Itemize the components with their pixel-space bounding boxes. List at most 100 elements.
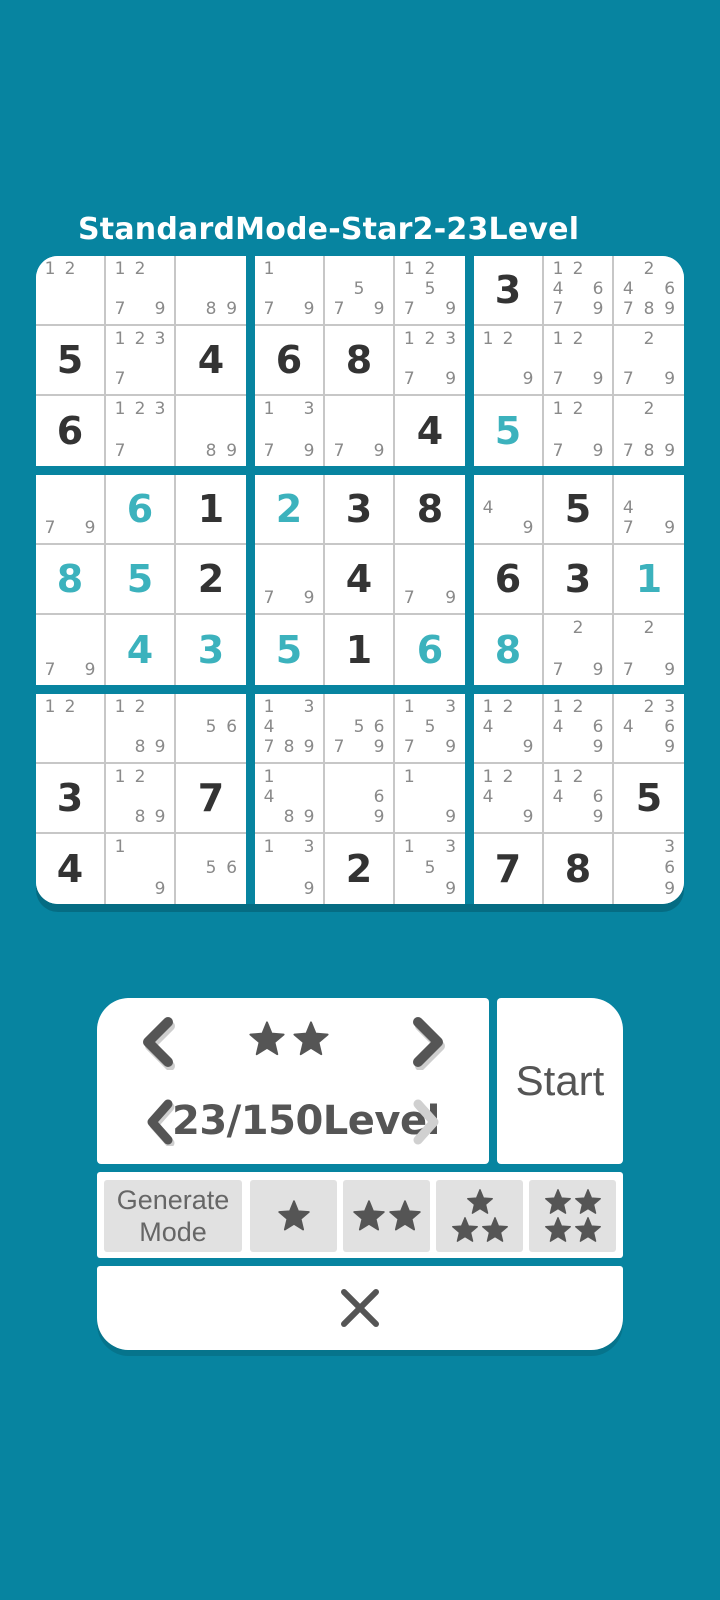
sudoku-cell[interactable]: 57 9 <box>325 256 395 326</box>
sudoku-cell[interactable]: 3 <box>474 256 544 326</box>
sudoku-cell[interactable]: 2 789 <box>614 396 684 466</box>
sudoku-cell[interactable]: 124 6 7 9 <box>544 256 614 326</box>
sudoku-cell[interactable]: 49 <box>474 475 544 545</box>
prev-level-button[interactable] <box>142 1098 176 1146</box>
sudoku-cell[interactable]: 123 7 <box>106 396 176 466</box>
sudoku-cell[interactable]: 79 <box>36 475 106 545</box>
cell-value-given: 4 <box>56 847 84 891</box>
sudoku-cell[interactable]: 124 9 <box>474 764 544 834</box>
sudoku-cell[interactable]: 56 <box>176 834 246 904</box>
sudoku-cell[interactable]: 79 <box>325 396 395 466</box>
sudoku-cell[interactable]: 6 <box>106 475 176 545</box>
sudoku-cell[interactable]: 7 <box>176 764 246 834</box>
sudoku-cell[interactable]: 5 <box>106 545 176 615</box>
sudoku-cell[interactable]: 69 <box>325 764 395 834</box>
mode-star-4-button[interactable] <box>529 1180 616 1252</box>
pencil-mark <box>518 478 538 498</box>
sudoku-cell[interactable]: 2 <box>255 475 325 545</box>
sudoku-cell[interactable]: 89 <box>176 396 246 466</box>
sudoku-cell[interactable]: 1 359 <box>395 834 465 904</box>
sudoku-cell[interactable]: 8 <box>325 326 395 396</box>
sudoku-cell[interactable]: 12 <box>36 256 106 326</box>
next-level-button[interactable] <box>410 1098 444 1146</box>
sudoku-cell[interactable]: 5 <box>36 326 106 396</box>
sudoku-cell[interactable]: 1 3 9 <box>255 834 325 904</box>
sudoku-cell[interactable]: 1 3 4789 <box>255 694 325 764</box>
pencil-mark <box>420 589 441 609</box>
sudoku-cell[interactable]: 79 <box>395 545 465 615</box>
sudoku-cell[interactable]: 12 89 <box>106 694 176 764</box>
sudoku-cell[interactable]: 3 <box>544 545 614 615</box>
sudoku-cell[interactable]: 1 <box>325 615 395 685</box>
sudoku-cell[interactable]: 19 <box>106 834 176 904</box>
sudoku-cell[interactable]: 1 7 9 <box>255 256 325 326</box>
sudoku-cell[interactable]: 1257 9 <box>395 256 465 326</box>
sudoku-cell[interactable]: 279 <box>614 326 684 396</box>
sudoku-cell[interactable]: 23 4 69 <box>614 694 684 764</box>
sudoku-cell[interactable]: 5 <box>614 764 684 834</box>
sudoku-cell[interactable]: 79 <box>255 545 325 615</box>
sudoku-cell[interactable]: 24 6 789 <box>614 256 684 326</box>
sudoku-cell[interactable]: 8 <box>474 615 544 685</box>
sudoku-cell[interactable]: 12 <box>36 694 106 764</box>
sudoku-cell[interactable]: 89 <box>176 256 246 326</box>
sudoku-cell[interactable]: 6 <box>395 615 465 685</box>
sudoku-cell[interactable]: 8 <box>544 834 614 904</box>
sudoku-cell[interactable]: 4 <box>325 545 395 615</box>
sudoku-cell[interactable]: 124 69 <box>544 694 614 764</box>
sudoku-cell[interactable]: 56 7 9 <box>325 694 395 764</box>
sudoku-cell[interactable]: 4 <box>36 834 106 904</box>
sudoku-cell[interactable]: 1489 <box>255 764 325 834</box>
pencil-mark <box>498 478 518 498</box>
sudoku-cell[interactable]: 19 <box>395 764 465 834</box>
sudoku-cell[interactable]: 47 9 <box>614 475 684 545</box>
sudoku-cell[interactable]: 4 <box>106 615 176 685</box>
sudoku-cell[interactable]: 1 <box>614 545 684 615</box>
sudoku-cell[interactable]: 79 <box>36 615 106 685</box>
close-button[interactable] <box>97 1266 623 1350</box>
sudoku-cell[interactable]: 123 7 <box>106 326 176 396</box>
sudoku-cell[interactable]: 12 89 <box>106 764 176 834</box>
sudoku-cell[interactable]: 1279 <box>106 256 176 326</box>
sudoku-cell[interactable]: 2 <box>176 545 246 615</box>
sudoku-cell[interactable]: 369 <box>614 834 684 904</box>
sudoku-cell[interactable]: 8 <box>395 475 465 545</box>
sudoku-cell[interactable]: 6 <box>255 326 325 396</box>
sudoku-cell[interactable]: 1279 <box>544 326 614 396</box>
prev-difficulty-button[interactable] <box>138 1016 178 1070</box>
sudoku-cell[interactable]: 1 357 9 <box>395 694 465 764</box>
pencil-mark <box>40 618 60 639</box>
sudoku-cell[interactable]: 5 <box>255 615 325 685</box>
sudoku-cell[interactable]: 8 <box>36 545 106 615</box>
sudoku-cell[interactable]: 6 <box>36 396 106 466</box>
sudoku-cell[interactable]: 1 3 7 9 <box>255 396 325 466</box>
sudoku-cell[interactable]: 6 <box>474 545 544 615</box>
sudoku-cell[interactable]: 2 <box>325 834 395 904</box>
mode-star-3-button[interactable] <box>436 1180 523 1252</box>
sudoku-cell[interactable]: 4 <box>395 396 465 466</box>
start-button[interactable]: Start <box>497 998 623 1164</box>
mode-star-2-button[interactable] <box>343 1180 430 1252</box>
sudoku-cell[interactable]: 4 <box>176 326 246 396</box>
next-difficulty-button[interactable] <box>408 1016 448 1070</box>
sudoku-cell[interactable]: 279 <box>544 615 614 685</box>
sudoku-cell[interactable]: 5 <box>474 396 544 466</box>
generate-mode-button[interactable]: Generate Mode <box>104 1180 242 1252</box>
star-icon <box>544 1217 571 1242</box>
sudoku-cell[interactable]: 7 <box>474 834 544 904</box>
sudoku-cell[interactable]: 123 7 9 <box>395 326 465 396</box>
sudoku-cell[interactable]: 129 <box>474 326 544 396</box>
sudoku-cell[interactable]: 124 9 <box>474 694 544 764</box>
pencil-mark <box>588 420 608 441</box>
sudoku-cell[interactable]: 1279 <box>544 396 614 466</box>
sudoku-cell[interactable]: 124 69 <box>544 764 614 834</box>
sudoku-cell[interactable]: 5 <box>544 475 614 545</box>
sudoku-cell[interactable]: 3 <box>325 475 395 545</box>
mode-star-1-button[interactable] <box>250 1180 337 1252</box>
sudoku-cell[interactable]: 279 <box>614 615 684 685</box>
sudoku-cell[interactable]: 1 <box>176 475 246 545</box>
pencil-mark <box>548 639 568 660</box>
sudoku-cell[interactable]: 3 <box>176 615 246 685</box>
sudoku-cell[interactable]: 3 <box>36 764 106 834</box>
sudoku-cell[interactable]: 56 <box>176 694 246 764</box>
